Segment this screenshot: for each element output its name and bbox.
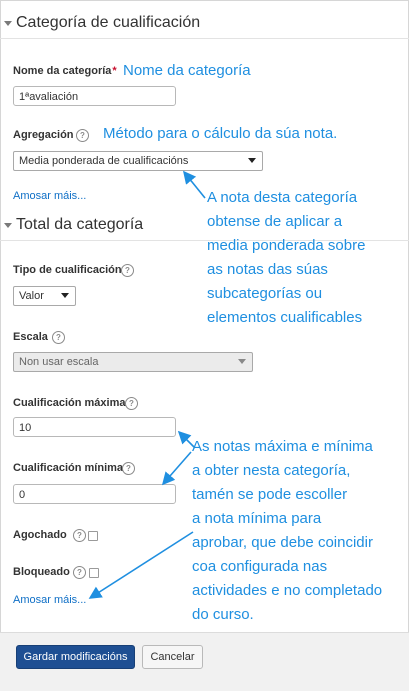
category-name-label-text: Nome da categoría — [13, 65, 112, 77]
annotation-line: aprobar, que debe coincidir — [192, 534, 373, 551]
aggregation-label: Agregación — [13, 129, 74, 141]
aggregation-select[interactable]: Media ponderada de cualificacións — [13, 151, 263, 171]
annotation-line: coa configurada nas — [192, 558, 328, 575]
grade-type-select-value: Valor — [19, 290, 44, 302]
help-icon[interactable]: ? — [73, 566, 86, 579]
scale-select: Non usar escala — [13, 352, 253, 372]
annotation-line: As notas máxima e mínima — [192, 438, 373, 455]
annotation-line: tamén se pode escoller — [192, 486, 348, 503]
annotation-line: as notas das súas — [207, 261, 328, 278]
annotation-line: do curso. — [192, 606, 254, 623]
total-section-title: Total da categoría — [16, 216, 144, 233]
save-button[interactable]: Gardar modificacións — [16, 645, 135, 669]
help-icon[interactable]: ? — [76, 129, 89, 142]
scale-label: Escala — [13, 331, 48, 343]
annotation-line: elementos cualificables — [207, 309, 363, 326]
help-icon[interactable]: ? — [122, 462, 135, 475]
locked-checkbox[interactable] — [89, 568, 99, 578]
annotation-line: A nota desta categoría — [207, 189, 358, 206]
show-more-link-total[interactable]: Amosar máis... — [13, 594, 86, 606]
collapse-icon — [4, 222, 12, 228]
help-icon[interactable]: ? — [73, 529, 86, 542]
category-name-label: Nome da categoría* — [13, 65, 117, 77]
cancel-button[interactable]: Cancelar — [142, 645, 203, 669]
show-more-link-category[interactable]: Amosar máis... — [13, 190, 86, 202]
max-grade-label: Cualificación máxima — [13, 397, 126, 409]
help-icon[interactable]: ? — [125, 397, 138, 410]
annotation-method: Método para o cálculo da súa nota. — [103, 125, 338, 142]
total-section-header[interactable]: Total da categoría — [4, 216, 143, 234]
help-icon[interactable]: ? — [121, 264, 134, 277]
grade-type-label: Tipo de cualificación — [13, 264, 122, 276]
chevron-down-icon — [61, 293, 69, 298]
help-icon[interactable]: ? — [52, 331, 65, 344]
annotation-aggregation: A nota desta categoría obtense de aplica… — [207, 186, 365, 330]
max-grade-input[interactable]: 10 — [13, 417, 176, 437]
collapse-icon — [4, 20, 12, 26]
annotation-line: media ponderada sobre — [207, 237, 366, 254]
annotation-line: subcategorías ou — [207, 285, 323, 302]
required-icon: * — [112, 65, 117, 77]
chevron-down-icon — [238, 359, 246, 364]
min-grade-label: Cualificación mínima — [13, 462, 124, 474]
grade-type-select[interactable]: Valor — [13, 286, 76, 306]
category-section-title: Categoría de cualificación — [16, 14, 201, 31]
category-name-input[interactable]: 1ªavaliación — [13, 86, 176, 106]
annotation-grades: As notas máxima e mínima a obter nesta c… — [192, 435, 382, 627]
annotation-line: a obter nesta categoría, — [192, 462, 351, 479]
min-grade-input[interactable]: 0 — [13, 484, 176, 504]
annotation-line: obtense de aplicar a — [207, 213, 343, 230]
scale-select-value: Non usar escala — [19, 356, 99, 368]
aggregation-select-value: Media ponderada de cualificacións — [19, 155, 189, 167]
section-divider — [0, 38, 409, 39]
category-section-header[interactable]: Categoría de cualificación — [4, 14, 200, 32]
annotation-name: Nome da categoría — [123, 62, 251, 79]
chevron-down-icon — [248, 158, 256, 163]
annotation-line: actividades e no completado — [192, 582, 383, 599]
hidden-label: Agochado — [13, 529, 67, 541]
locked-label: Bloqueado — [13, 566, 70, 578]
annotation-line: a nota mínima para — [192, 510, 322, 527]
hidden-checkbox[interactable] — [88, 531, 98, 541]
